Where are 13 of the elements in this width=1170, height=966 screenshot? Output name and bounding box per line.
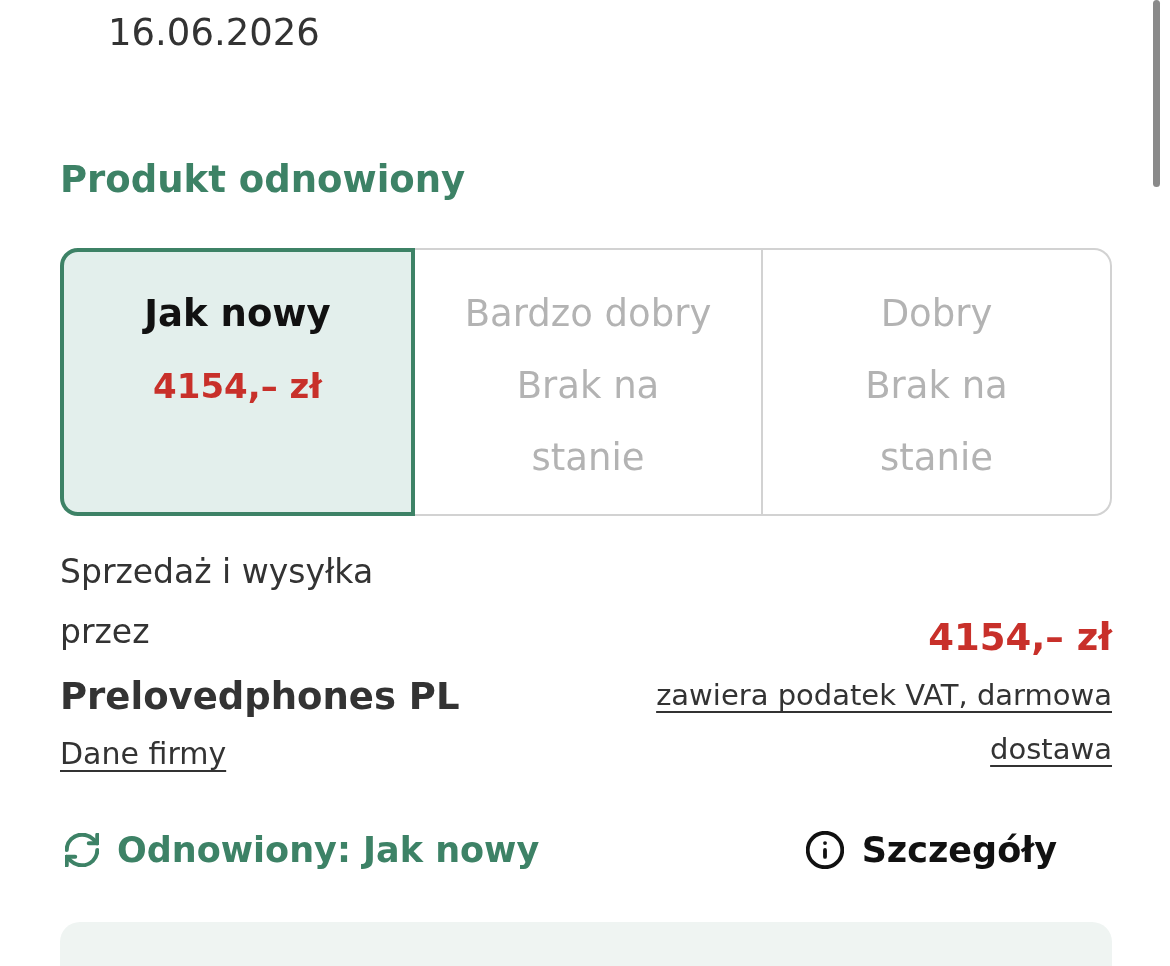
details-button[interactable]: Szczegóły: [805, 830, 1057, 870]
seller-intro-text: Sprzedaż i wysyłka przez: [60, 551, 375, 653]
company-details-link[interactable]: Dane firmy: [60, 732, 227, 776]
seller-name: Prelovedphones PL: [60, 674, 460, 720]
date-text: 16.06.2026: [108, 10, 321, 56]
refresh-icon: [65, 833, 99, 867]
section-heading: Produkt odnowiony: [60, 157, 467, 203]
condition-option[interactable]: Jak nowy 4154,– zł: [60, 248, 415, 516]
offer-price: 4154,– zł: [928, 615, 1112, 661]
info-icon: [805, 831, 844, 869]
condition-badge-text: Odnowiony: Jak nowy: [117, 830, 540, 870]
vat-shipping-link[interactable]: zawiera podatek VAT, darmowa dostawa: [592, 668, 1112, 776]
scrollbar-thumb[interactable]: [1153, 0, 1160, 187]
